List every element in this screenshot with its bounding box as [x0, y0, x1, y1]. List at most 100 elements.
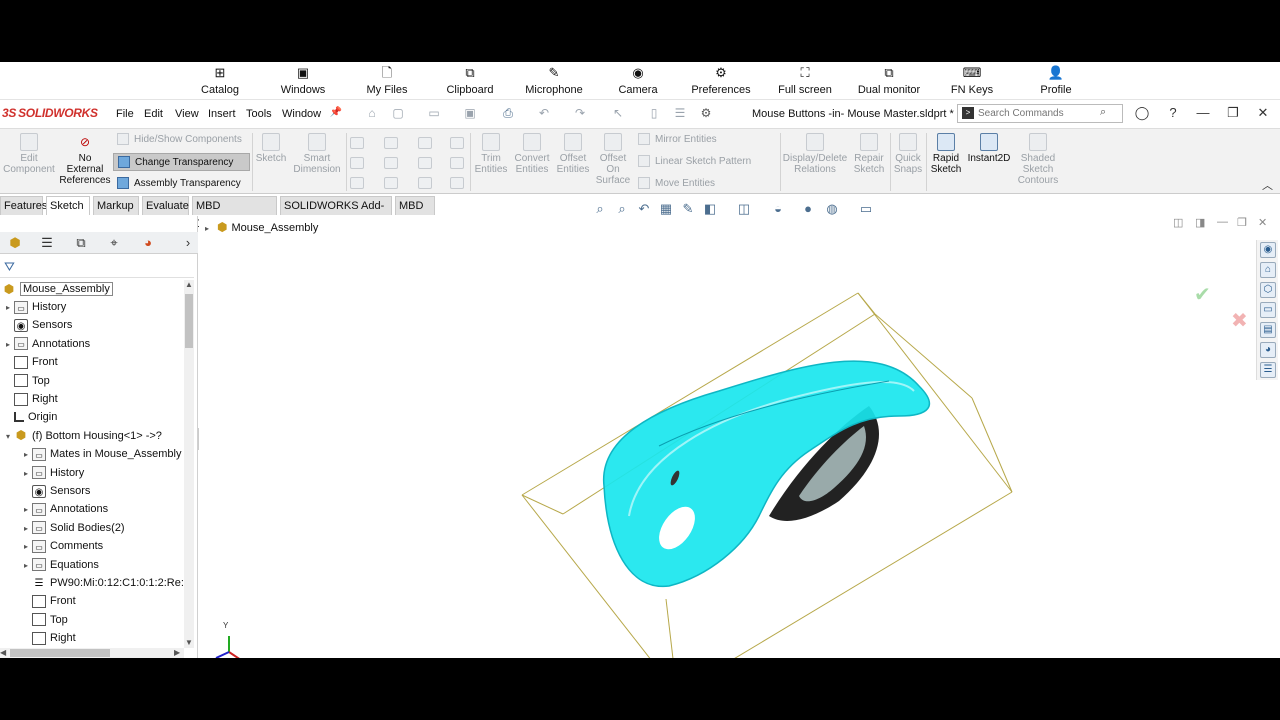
edit-appearance-icon[interactable]: ● — [800, 201, 816, 217]
design-library-icon[interactable]: ⬡ — [1260, 282, 1276, 298]
solidworks-resources-icon[interactable]: ◉ — [1260, 242, 1276, 258]
tree-node[interactable]: ▸ ▭ Equations — [20, 556, 99, 574]
instant2d-button[interactable]: Instant2D — [966, 133, 1012, 164]
restore-button[interactable]: ❐ — [1224, 105, 1242, 121]
expand-arrow-icon[interactable]: ▸ — [20, 446, 32, 464]
ellipse-icon[interactable] — [418, 157, 432, 169]
expand-arrow-icon[interactable]: ▸ — [20, 520, 32, 538]
open-folder-icon[interactable]: ▭ — [426, 106, 442, 120]
shaded-sketch-contours-button[interactable]: Shaded Sketch Contours — [1014, 133, 1062, 186]
mirror-entities-button[interactable]: Mirror Entities — [638, 131, 717, 149]
pin-menu-icon[interactable]: 📌 — [328, 106, 344, 120]
expand-arrow-icon[interactable]: ▸ — [20, 538, 32, 556]
fn-keys-button[interactable]: ⌨ FN Keys — [927, 65, 1017, 96]
collapse-ribbon-icon[interactable]: ︿ — [1262, 177, 1273, 193]
tree-node[interactable]: ▾ ⬢ (f) Bottom Housing<1> ->? — [2, 427, 162, 445]
plane-icon[interactable] — [450, 177, 464, 189]
view-palette-icon[interactable]: ▤ — [1260, 322, 1276, 338]
tree-node[interactable]: ◉ Sensors — [2, 316, 72, 334]
tree-node[interactable]: Front — [20, 592, 76, 610]
minimize-button[interactable]: — — [1194, 105, 1212, 121]
arc-icon[interactable] — [384, 157, 398, 169]
scrollbar-thumb[interactable] — [10, 649, 110, 657]
display-delete-relations-button[interactable]: Display/Delete Relations — [782, 133, 848, 175]
tree-node[interactable]: ▸ ▭ History — [20, 464, 84, 482]
tab-features[interactable]: Features — [0, 196, 47, 215]
windows-button[interactable]: ▣ Windows — [258, 65, 348, 96]
line-icon[interactable] — [350, 137, 364, 149]
spline-icon[interactable] — [418, 137, 432, 149]
menu-insert[interactable]: Insert — [208, 108, 236, 120]
view-settings-icon[interactable]: ▭ — [858, 201, 874, 217]
view-orientation-icon[interactable]: ◧ — [702, 201, 718, 217]
clipboard-button[interactable]: ⧉ Clipboard — [425, 65, 515, 96]
tree-node[interactable]: ▸ ▭ History — [2, 298, 66, 316]
save-icon[interactable]: ▣ — [462, 106, 478, 120]
slot-icon[interactable] — [350, 177, 364, 189]
tree-node[interactable]: ▸ ▭ Annotations — [20, 500, 108, 518]
scrollbar-thumb[interactable] — [185, 294, 193, 348]
tree-node[interactable]: Origin — [2, 408, 57, 426]
point-icon[interactable] — [450, 157, 464, 169]
menu-view[interactable]: View — [175, 108, 199, 120]
sketch-button[interactable]: Sketch — [254, 133, 288, 164]
user-account-icon[interactable]: ◯ — [1133, 105, 1151, 121]
tab-mbd-dimensions[interactable]: MBD Dimensions — [192, 196, 277, 230]
print-icon[interactable]: ⎙ — [500, 106, 516, 120]
hide-show-items-icon[interactable]: ◒ — [770, 201, 786, 217]
tree-node[interactable]: ◉ Sensors — [20, 482, 90, 500]
configuration-manager-tab-icon[interactable]: ⧉ — [71, 234, 91, 252]
expand-arrow-icon[interactable]: ▸ — [20, 465, 32, 483]
menu-window[interactable]: Window — [282, 108, 321, 120]
custom-properties-icon[interactable]: ☰ — [1260, 362, 1276, 378]
camera-button[interactable]: ◉ Camera — [593, 65, 683, 96]
edit-component-button[interactable]: Edit Component — [2, 133, 56, 175]
expand-arrow-icon[interactable]: ▾ — [2, 428, 14, 446]
tab-evaluate[interactable]: Evaluate — [142, 196, 189, 215]
polygon-icon[interactable] — [384, 177, 398, 189]
panel-more-arrow-icon[interactable]: › — [178, 234, 198, 252]
new-document-icon[interactable]: ▢ — [390, 106, 406, 120]
select-cursor-icon[interactable]: ↖ — [610, 106, 626, 120]
fillet-icon[interactable] — [418, 177, 432, 189]
home-icon[interactable]: ⌂ — [1260, 262, 1276, 278]
quick-snaps-button[interactable]: Quick Snaps — [892, 133, 924, 175]
change-transparency-button[interactable]: Change Transparency — [113, 153, 250, 171]
full-screen-button[interactable]: ⛶ Full screen — [760, 65, 850, 96]
expand-arrow-icon[interactable]: ▸ — [20, 501, 32, 519]
tree-horizontal-scrollbar[interactable]: ◀ ▶ — [0, 648, 184, 658]
file-explorer-icon[interactable]: ▭ — [1260, 302, 1276, 318]
property-manager-tab-icon[interactable]: ☰ — [37, 234, 57, 252]
undo-icon[interactable]: ↶ — [536, 106, 552, 120]
close-button[interactable]: ✕ — [1254, 105, 1272, 121]
tree-node[interactable]: ▸ ▭ Comments — [20, 537, 103, 555]
tree-node[interactable]: Top — [20, 611, 68, 629]
mouse-housing-model[interactable] — [603, 360, 931, 588]
menu-edit[interactable]: Edit — [144, 108, 163, 120]
move-entities-button[interactable]: Move Entities — [638, 175, 715, 193]
file-properties-icon[interactable]: ☰ — [672, 106, 688, 120]
menu-file[interactable]: File — [116, 108, 134, 120]
dimxpert-manager-tab-icon[interactable]: ⌖ — [104, 234, 124, 252]
redo-icon[interactable]: ↷ — [572, 106, 588, 120]
tab-markup[interactable]: Markup — [93, 196, 139, 215]
text-icon[interactable] — [450, 137, 464, 149]
section-view-icon[interactable]: ▦ — [658, 201, 674, 217]
tree-node[interactable]: ▸ ▭ Annotations — [2, 335, 90, 353]
scroll-down-icon[interactable]: ▼ — [185, 638, 193, 647]
linear-sketch-pattern-button[interactable]: Linear Sketch Pattern — [638, 153, 751, 171]
dual-monitor-button[interactable]: ⧉ Dual monitor — [844, 65, 934, 96]
scroll-left-icon[interactable]: ◀ — [0, 648, 6, 657]
rapid-sketch-button[interactable]: Rapid Sketch — [928, 133, 964, 175]
offset-on-surface-button[interactable]: Offset On Surface — [594, 133, 632, 186]
expand-arrow-icon[interactable]: ▸ — [2, 299, 14, 317]
search-icon[interactable]: ⌕ — [1100, 106, 1106, 119]
convert-entities-button[interactable]: Convert Entities — [512, 133, 552, 175]
expand-arrow-icon[interactable]: ▸ — [20, 557, 32, 575]
tab-sketch[interactable]: Sketch — [46, 196, 90, 215]
profile-button[interactable]: 👤 Profile — [1011, 65, 1101, 96]
preferences-button[interactable]: ⚙ Preferences — [676, 65, 766, 96]
no-external-references-button[interactable]: ⊘ No External References — [58, 133, 112, 186]
hide-show-components-button[interactable]: Hide/Show Components — [117, 131, 250, 149]
tree-node[interactable]: Right — [20, 629, 76, 647]
